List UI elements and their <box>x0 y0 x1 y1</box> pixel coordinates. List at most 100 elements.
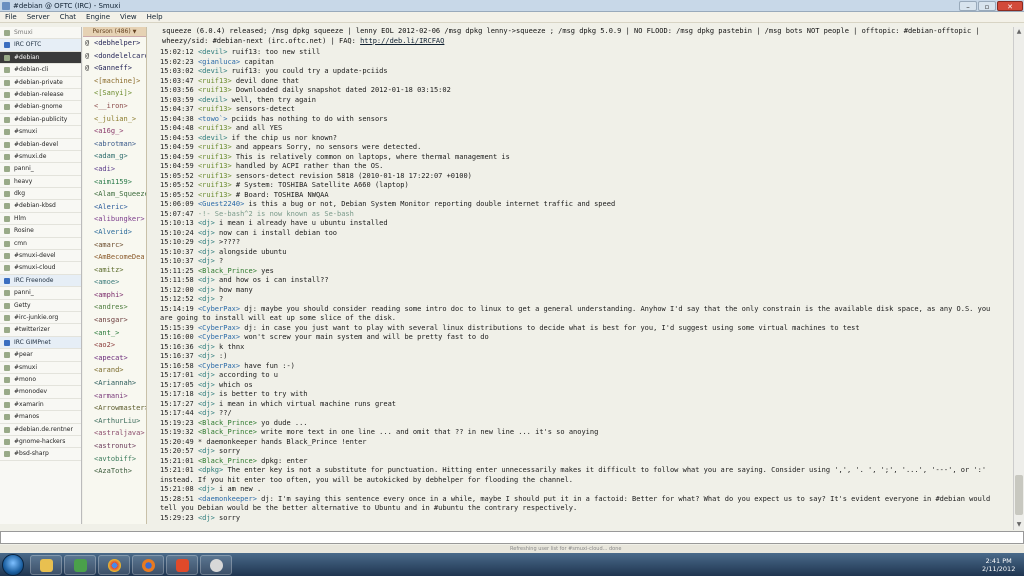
clock[interactable]: 2:41 PM 2/11/2012 <box>982 557 1015 573</box>
user-list-item[interactable]: <amitz> <box>83 264 146 277</box>
message-nick[interactable]: <dj> <box>198 447 215 455</box>
message-nick[interactable]: <dj> <box>198 276 215 284</box>
sidebar-item-heavy[interactable]: heavy <box>0 176 81 189</box>
message-nick[interactable]: <ruif13> <box>198 172 232 180</box>
user-list-item[interactable]: <ansgar> <box>83 314 146 327</box>
taskbar-explorer-icon[interactable] <box>30 555 62 575</box>
user-list-item[interactable]: <[machine]> <box>83 75 146 88</box>
sidebar-item-getty[interactable]: Getty <box>0 300 81 312</box>
sidebar-item-irc-freenode[interactable]: IRC Freenode <box>0 274 81 288</box>
sidebar-item-smuxi-devel[interactable]: #smuxi-devel <box>0 250 81 263</box>
message-nick[interactable]: <dpkg> <box>198 466 223 474</box>
sidebar-item-mono[interactable]: #mono <box>0 374 81 387</box>
message-nick[interactable]: <dj> <box>198 352 215 360</box>
message-nick[interactable]: <gianluca> <box>198 58 240 66</box>
start-button[interactable] <box>2 554 24 576</box>
message-nick[interactable]: <dj> <box>198 400 215 408</box>
sidebar-item-pear[interactable]: #pear <box>0 349 81 362</box>
message-nick[interactable]: <dj> <box>198 514 215 522</box>
message-nick[interactable]: <ruif13> <box>198 162 232 170</box>
message-nick[interactable]: <dj> <box>198 219 215 227</box>
sidebar-item-smuxi[interactable]: #smuxi <box>0 126 81 139</box>
user-list-item[interactable]: <ao2> <box>83 339 146 352</box>
message-nick[interactable]: <dj> <box>198 409 215 417</box>
user-list-item[interactable]: <andres> <box>83 301 146 314</box>
scroll-up-icon[interactable]: ▲ <box>1014 27 1024 36</box>
menu-engine[interactable]: Engine <box>81 13 115 21</box>
user-list-item[interactable]: <astronut> <box>83 440 146 453</box>
menu-file[interactable]: File <box>0 13 22 21</box>
sidebar-item-panni[interactable]: panni_ <box>0 287 81 300</box>
message-nick[interactable]: <CyberPax> <box>198 333 240 341</box>
user-list-item[interactable]: <armani> <box>83 390 146 403</box>
sidebar-item-bsd-sharp[interactable]: #bsd-sharp <box>0 448 81 461</box>
message-nick[interactable]: <Black_Prince> <box>198 457 257 465</box>
user-list-item[interactable]: <Alam_Squeeze <box>83 188 146 201</box>
message-nick[interactable]: <Black_Prince> <box>198 419 257 427</box>
user-list-item[interactable]: <Aleric> <box>83 201 146 214</box>
message-nick[interactable]: <Black_Prince> <box>198 428 257 436</box>
user-list-item[interactable]: <AmBecomeDea <box>83 251 146 264</box>
faq-link[interactable]: http://deb.li/IRCFAQ <box>360 37 444 45</box>
message-nick[interactable]: <ruif13> <box>198 191 232 199</box>
message-input[interactable] <box>0 531 1024 544</box>
user-list-item[interactable]: <amoe> <box>83 276 146 289</box>
sidebar-item-smuxi[interactable]: #smuxi <box>0 362 81 374</box>
user-list-item[interactable]: <apecat> <box>83 352 146 365</box>
menu-chat[interactable]: Chat <box>55 13 81 21</box>
sidebar-item-hlm[interactable]: Hlm <box>0 213 81 226</box>
user-list-item[interactable]: <avtobiff> <box>83 453 146 466</box>
message-nick[interactable]: <dj> <box>198 257 215 265</box>
message-nick[interactable]: <CyberPax> <box>198 362 240 370</box>
sidebar-item-xamarin[interactable]: #xamarin <box>0 399 81 412</box>
message-nick[interactable]: <dj> <box>198 390 215 398</box>
user-list-item[interactable]: @ <Ganneff> <box>83 62 146 75</box>
user-list-header[interactable]: Person (486) ▼ <box>83 27 146 37</box>
sidebar-item-monodev[interactable]: #monodev <box>0 386 81 399</box>
user-list-item[interactable]: <aim1159> <box>83 176 146 189</box>
taskbar-smuxi-icon[interactable] <box>200 555 232 575</box>
sidebar-item-irc-junkie-org[interactable]: #irc-junkie.org <box>0 312 81 325</box>
scrollbar-thumb[interactable] <box>1015 475 1023 515</box>
menu-view[interactable]: View <box>115 13 142 21</box>
sidebar-item-rosine[interactable]: Rosine <box>0 225 81 238</box>
message-nick[interactable]: <devil> <box>198 67 228 75</box>
user-list-item[interactable]: <[Sanyi]> <box>83 87 146 100</box>
sidebar-item-smuxi-de[interactable]: #smuxi.de <box>0 151 81 164</box>
message-nick[interactable]: <devil> <box>198 48 228 56</box>
sidebar-item-irc-oftc[interactable]: IRC OFTC <box>0 39 81 52</box>
sidebar-item-debian-gnome[interactable]: #debian-gnome <box>0 101 81 114</box>
message-nick[interactable]: <dj> <box>198 248 215 256</box>
message-nick[interactable]: <dj> <box>198 371 215 379</box>
sidebar-item-debian-de-rentner[interactable]: #debian.de.rentner <box>0 424 81 436</box>
user-list-item[interactable]: <amphi> <box>83 289 146 302</box>
sidebar-item-debian-release[interactable]: #debian-release <box>0 89 81 102</box>
taskbar-firefox-icon[interactable] <box>132 555 164 575</box>
user-list-item[interactable]: <ant_> <box>83 327 146 340</box>
sidebar-item-debian-private[interactable]: #debian-private <box>0 77 81 89</box>
scroll-down-icon[interactable]: ▼ <box>1014 520 1024 529</box>
user-list-item[interactable]: @ <dondelelcaro <box>83 50 146 63</box>
message-nick[interactable]: <Guest2240> <box>198 200 244 208</box>
user-list-item[interactable]: <AzaToth> <box>83 465 146 478</box>
user-list-item[interactable]: <_julian_> <box>83 113 146 126</box>
sidebar-item-twitterizer[interactable]: #twitterizer <box>0 324 81 337</box>
sidebar-item-debian-publicity[interactable]: #debian-publicity <box>0 114 81 127</box>
minimize-button[interactable]: – <box>959 1 977 11</box>
message-nick[interactable]: <ruif13> <box>198 124 232 132</box>
menu-server[interactable]: Server <box>22 13 55 21</box>
user-list-item[interactable]: <ArthurLiu> <box>83 415 146 428</box>
sidebar-item-smuxi-cloud[interactable]: #smuxi-cloud <box>0 262 81 275</box>
maximize-button[interactable]: ▫ <box>978 1 996 11</box>
taskbar-x-app-icon[interactable] <box>166 555 198 575</box>
sidebar-item-manos[interactable]: #manos <box>0 411 81 424</box>
taskbar-app-icon[interactable] <box>64 555 96 575</box>
message-nick[interactable]: <ruif13> <box>198 181 232 189</box>
message-nick[interactable]: <dj> <box>198 229 215 237</box>
message-nick[interactable]: <dj> <box>198 485 215 493</box>
user-list-item[interactable]: <abrotman> <box>83 138 146 151</box>
taskbar-chrome-icon[interactable] <box>98 555 130 575</box>
sidebar-item-debian-devel[interactable]: #debian-devel <box>0 139 81 151</box>
message-nick[interactable]: <dj> <box>198 381 215 389</box>
message-nick[interactable]: <ruif13> <box>198 77 232 85</box>
